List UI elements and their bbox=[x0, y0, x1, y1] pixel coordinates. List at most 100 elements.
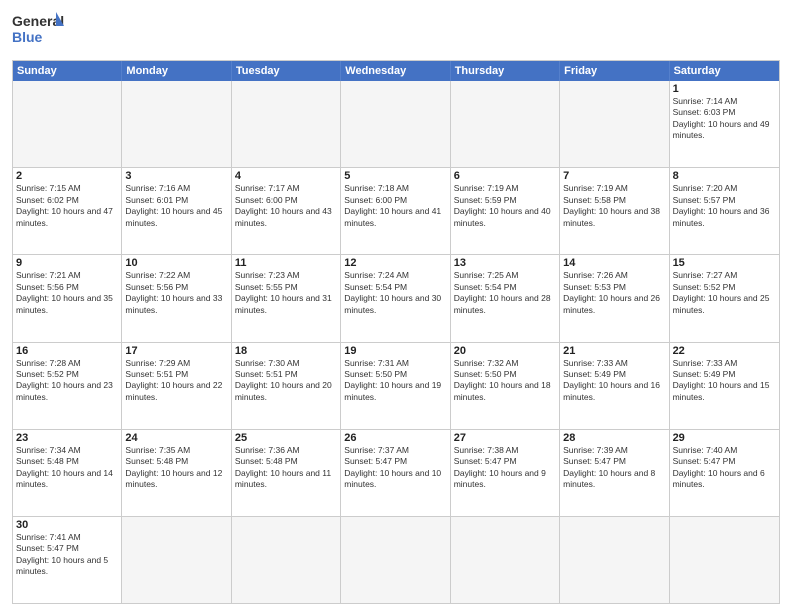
day-number: 28 bbox=[563, 432, 665, 444]
day-cell: 14Sunrise: 7:26 AMSunset: 5:53 PMDayligh… bbox=[560, 255, 669, 341]
week-row-3: 9Sunrise: 7:21 AMSunset: 5:56 PMDaylight… bbox=[13, 255, 779, 342]
day-info: Sunrise: 7:33 AMSunset: 5:49 PMDaylight:… bbox=[673, 358, 776, 404]
day-info: Sunrise: 7:19 AMSunset: 5:59 PMDaylight:… bbox=[454, 183, 556, 229]
logo: General Blue bbox=[12, 10, 64, 54]
day-info: Sunrise: 7:31 AMSunset: 5:50 PMDaylight:… bbox=[344, 358, 446, 404]
day-info: Sunrise: 7:22 AMSunset: 5:56 PMDaylight:… bbox=[125, 270, 227, 316]
day-number: 7 bbox=[563, 170, 665, 182]
day-cell: 16Sunrise: 7:28 AMSunset: 5:52 PMDayligh… bbox=[13, 343, 122, 429]
day-cell: 21Sunrise: 7:33 AMSunset: 5:49 PMDayligh… bbox=[560, 343, 669, 429]
logo-svg: General Blue bbox=[12, 10, 64, 54]
day-cell: 12Sunrise: 7:24 AMSunset: 5:54 PMDayligh… bbox=[341, 255, 450, 341]
day-number: 29 bbox=[673, 432, 776, 444]
day-number: 21 bbox=[563, 345, 665, 357]
day-cell: 28Sunrise: 7:39 AMSunset: 5:47 PMDayligh… bbox=[560, 430, 669, 516]
calendar: SundayMondayTuesdayWednesdayThursdayFrid… bbox=[12, 60, 780, 604]
day-header-sunday: Sunday bbox=[13, 61, 122, 81]
day-number: 25 bbox=[235, 432, 337, 444]
day-info: Sunrise: 7:32 AMSunset: 5:50 PMDaylight:… bbox=[454, 358, 556, 404]
day-headers-row: SundayMondayTuesdayWednesdayThursdayFrid… bbox=[13, 61, 779, 81]
day-info: Sunrise: 7:17 AMSunset: 6:00 PMDaylight:… bbox=[235, 183, 337, 229]
day-cell: 6Sunrise: 7:19 AMSunset: 5:59 PMDaylight… bbox=[451, 168, 560, 254]
day-number: 16 bbox=[16, 345, 118, 357]
day-number: 9 bbox=[16, 257, 118, 269]
day-number: 13 bbox=[454, 257, 556, 269]
day-info: Sunrise: 7:15 AMSunset: 6:02 PMDaylight:… bbox=[16, 183, 118, 229]
day-cell bbox=[122, 517, 231, 603]
day-info: Sunrise: 7:16 AMSunset: 6:01 PMDaylight:… bbox=[125, 183, 227, 229]
day-cell: 4Sunrise: 7:17 AMSunset: 6:00 PMDaylight… bbox=[232, 168, 341, 254]
day-info: Sunrise: 7:37 AMSunset: 5:47 PMDaylight:… bbox=[344, 445, 446, 491]
page-header: General Blue bbox=[12, 10, 780, 54]
day-header-thursday: Thursday bbox=[451, 61, 560, 81]
day-number: 10 bbox=[125, 257, 227, 269]
day-info: Sunrise: 7:20 AMSunset: 5:57 PMDaylight:… bbox=[673, 183, 776, 229]
day-number: 5 bbox=[344, 170, 446, 182]
svg-text:Blue: Blue bbox=[12, 29, 43, 45]
day-cell: 15Sunrise: 7:27 AMSunset: 5:52 PMDayligh… bbox=[670, 255, 779, 341]
day-cell bbox=[341, 81, 450, 167]
day-cell: 26Sunrise: 7:37 AMSunset: 5:47 PMDayligh… bbox=[341, 430, 450, 516]
day-cell bbox=[451, 81, 560, 167]
day-number: 6 bbox=[454, 170, 556, 182]
day-info: Sunrise: 7:23 AMSunset: 5:55 PMDaylight:… bbox=[235, 270, 337, 316]
calendar-body: 1Sunrise: 7:14 AMSunset: 6:03 PMDaylight… bbox=[13, 81, 779, 603]
day-cell bbox=[341, 517, 450, 603]
day-info: Sunrise: 7:26 AMSunset: 5:53 PMDaylight:… bbox=[563, 270, 665, 316]
day-header-tuesday: Tuesday bbox=[232, 61, 341, 81]
day-cell: 17Sunrise: 7:29 AMSunset: 5:51 PMDayligh… bbox=[122, 343, 231, 429]
day-info: Sunrise: 7:39 AMSunset: 5:47 PMDaylight:… bbox=[563, 445, 665, 491]
day-number: 4 bbox=[235, 170, 337, 182]
day-cell bbox=[232, 517, 341, 603]
day-cell: 25Sunrise: 7:36 AMSunset: 5:48 PMDayligh… bbox=[232, 430, 341, 516]
day-number: 23 bbox=[16, 432, 118, 444]
day-header-wednesday: Wednesday bbox=[341, 61, 450, 81]
day-cell: 18Sunrise: 7:30 AMSunset: 5:51 PMDayligh… bbox=[232, 343, 341, 429]
day-cell: 10Sunrise: 7:22 AMSunset: 5:56 PMDayligh… bbox=[122, 255, 231, 341]
week-row-6: 30Sunrise: 7:41 AMSunset: 5:47 PMDayligh… bbox=[13, 517, 779, 603]
day-cell: 9Sunrise: 7:21 AMSunset: 5:56 PMDaylight… bbox=[13, 255, 122, 341]
day-number: 2 bbox=[16, 170, 118, 182]
day-number: 15 bbox=[673, 257, 776, 269]
day-cell: 1Sunrise: 7:14 AMSunset: 6:03 PMDaylight… bbox=[670, 81, 779, 167]
day-info: Sunrise: 7:18 AMSunset: 6:00 PMDaylight:… bbox=[344, 183, 446, 229]
day-number: 17 bbox=[125, 345, 227, 357]
day-number: 11 bbox=[235, 257, 337, 269]
day-info: Sunrise: 7:21 AMSunset: 5:56 PMDaylight:… bbox=[16, 270, 118, 316]
day-header-monday: Monday bbox=[122, 61, 231, 81]
day-cell: 27Sunrise: 7:38 AMSunset: 5:47 PMDayligh… bbox=[451, 430, 560, 516]
day-info: Sunrise: 7:38 AMSunset: 5:47 PMDaylight:… bbox=[454, 445, 556, 491]
week-row-1: 1Sunrise: 7:14 AMSunset: 6:03 PMDaylight… bbox=[13, 81, 779, 168]
day-cell: 22Sunrise: 7:33 AMSunset: 5:49 PMDayligh… bbox=[670, 343, 779, 429]
day-number: 19 bbox=[344, 345, 446, 357]
day-info: Sunrise: 7:40 AMSunset: 5:47 PMDaylight:… bbox=[673, 445, 776, 491]
day-number: 14 bbox=[563, 257, 665, 269]
day-cell bbox=[232, 81, 341, 167]
day-info: Sunrise: 7:30 AMSunset: 5:51 PMDaylight:… bbox=[235, 358, 337, 404]
week-row-5: 23Sunrise: 7:34 AMSunset: 5:48 PMDayligh… bbox=[13, 430, 779, 517]
day-cell: 24Sunrise: 7:35 AMSunset: 5:48 PMDayligh… bbox=[122, 430, 231, 516]
day-info: Sunrise: 7:35 AMSunset: 5:48 PMDaylight:… bbox=[125, 445, 227, 491]
day-cell: 19Sunrise: 7:31 AMSunset: 5:50 PMDayligh… bbox=[341, 343, 450, 429]
day-cell bbox=[451, 517, 560, 603]
day-cell: 29Sunrise: 7:40 AMSunset: 5:47 PMDayligh… bbox=[670, 430, 779, 516]
day-number: 12 bbox=[344, 257, 446, 269]
day-info: Sunrise: 7:34 AMSunset: 5:48 PMDaylight:… bbox=[16, 445, 118, 491]
day-cell: 2Sunrise: 7:15 AMSunset: 6:02 PMDaylight… bbox=[13, 168, 122, 254]
day-cell: 23Sunrise: 7:34 AMSunset: 5:48 PMDayligh… bbox=[13, 430, 122, 516]
day-cell: 5Sunrise: 7:18 AMSunset: 6:00 PMDaylight… bbox=[341, 168, 450, 254]
day-number: 20 bbox=[454, 345, 556, 357]
day-info: Sunrise: 7:25 AMSunset: 5:54 PMDaylight:… bbox=[454, 270, 556, 316]
day-cell: 13Sunrise: 7:25 AMSunset: 5:54 PMDayligh… bbox=[451, 255, 560, 341]
day-info: Sunrise: 7:14 AMSunset: 6:03 PMDaylight:… bbox=[673, 96, 776, 142]
day-number: 30 bbox=[16, 519, 118, 531]
day-info: Sunrise: 7:27 AMSunset: 5:52 PMDaylight:… bbox=[673, 270, 776, 316]
day-info: Sunrise: 7:19 AMSunset: 5:58 PMDaylight:… bbox=[563, 183, 665, 229]
day-cell: 30Sunrise: 7:41 AMSunset: 5:47 PMDayligh… bbox=[13, 517, 122, 603]
day-info: Sunrise: 7:28 AMSunset: 5:52 PMDaylight:… bbox=[16, 358, 118, 404]
week-row-2: 2Sunrise: 7:15 AMSunset: 6:02 PMDaylight… bbox=[13, 168, 779, 255]
day-number: 24 bbox=[125, 432, 227, 444]
week-row-4: 16Sunrise: 7:28 AMSunset: 5:52 PMDayligh… bbox=[13, 343, 779, 430]
day-header-friday: Friday bbox=[560, 61, 669, 81]
day-cell: 11Sunrise: 7:23 AMSunset: 5:55 PMDayligh… bbox=[232, 255, 341, 341]
